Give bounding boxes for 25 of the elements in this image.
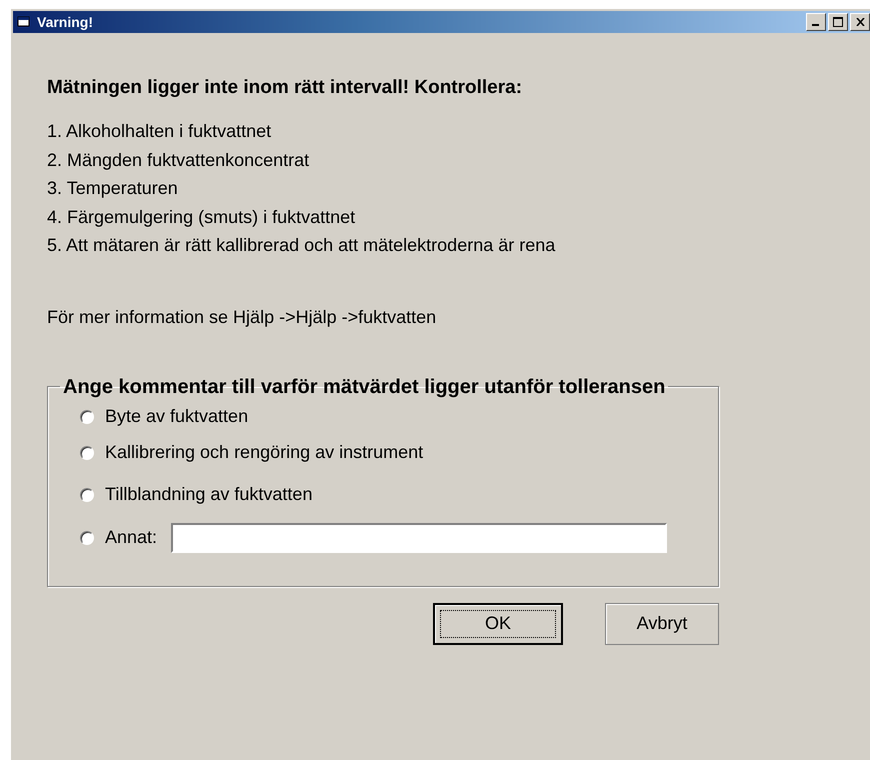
window-title: Varning! (37, 14, 94, 30)
radio-button[interactable] (80, 410, 94, 424)
other-comment-field[interactable] (171, 522, 668, 552)
checklist-item: 3. Temperaturen (47, 178, 178, 198)
radio-label: Annat: (105, 527, 158, 548)
radio-label: Byte av fuktvatten (105, 406, 248, 427)
radio-button[interactable] (80, 446, 94, 460)
checklist-item: 1. Alkoholhalten i fuktvattnet (47, 121, 272, 141)
radio-button[interactable] (80, 488, 94, 502)
cancel-button[interactable]: Avbryt (605, 602, 719, 644)
checklist-item: 4. Färgemulgering (smuts) i fuktvattnet (47, 206, 356, 226)
maximize-button[interactable] (828, 13, 848, 31)
maximize-icon (833, 17, 843, 27)
ok-button[interactable]: OK (433, 602, 563, 644)
group-legend: Ange kommentar till varför mätvärdet ligger utanför tolleransen (60, 374, 668, 398)
close-button[interactable] (850, 13, 870, 31)
minimize-button[interactable] (806, 13, 826, 31)
close-icon (856, 18, 864, 26)
checklist-item: 2. Mängden fuktvattenkoncentrat (47, 150, 310, 170)
checklist-item: 5. Att mätaren är rätt kallibrerad och att mätelektroderna är rena (47, 235, 556, 255)
radio-label: Tillblandning av fuktvatten (105, 484, 312, 505)
radio-button[interactable] (80, 530, 94, 544)
radio-label: Kallibrering och rengöring av instrument (105, 442, 424, 463)
help-info-text: För mer information se Hjälp ->Hjälp ->fuktvatten (47, 306, 436, 326)
warning-heading: Mätningen ligger inte inom rätt intervall! Kontrollera: (47, 76, 524, 100)
